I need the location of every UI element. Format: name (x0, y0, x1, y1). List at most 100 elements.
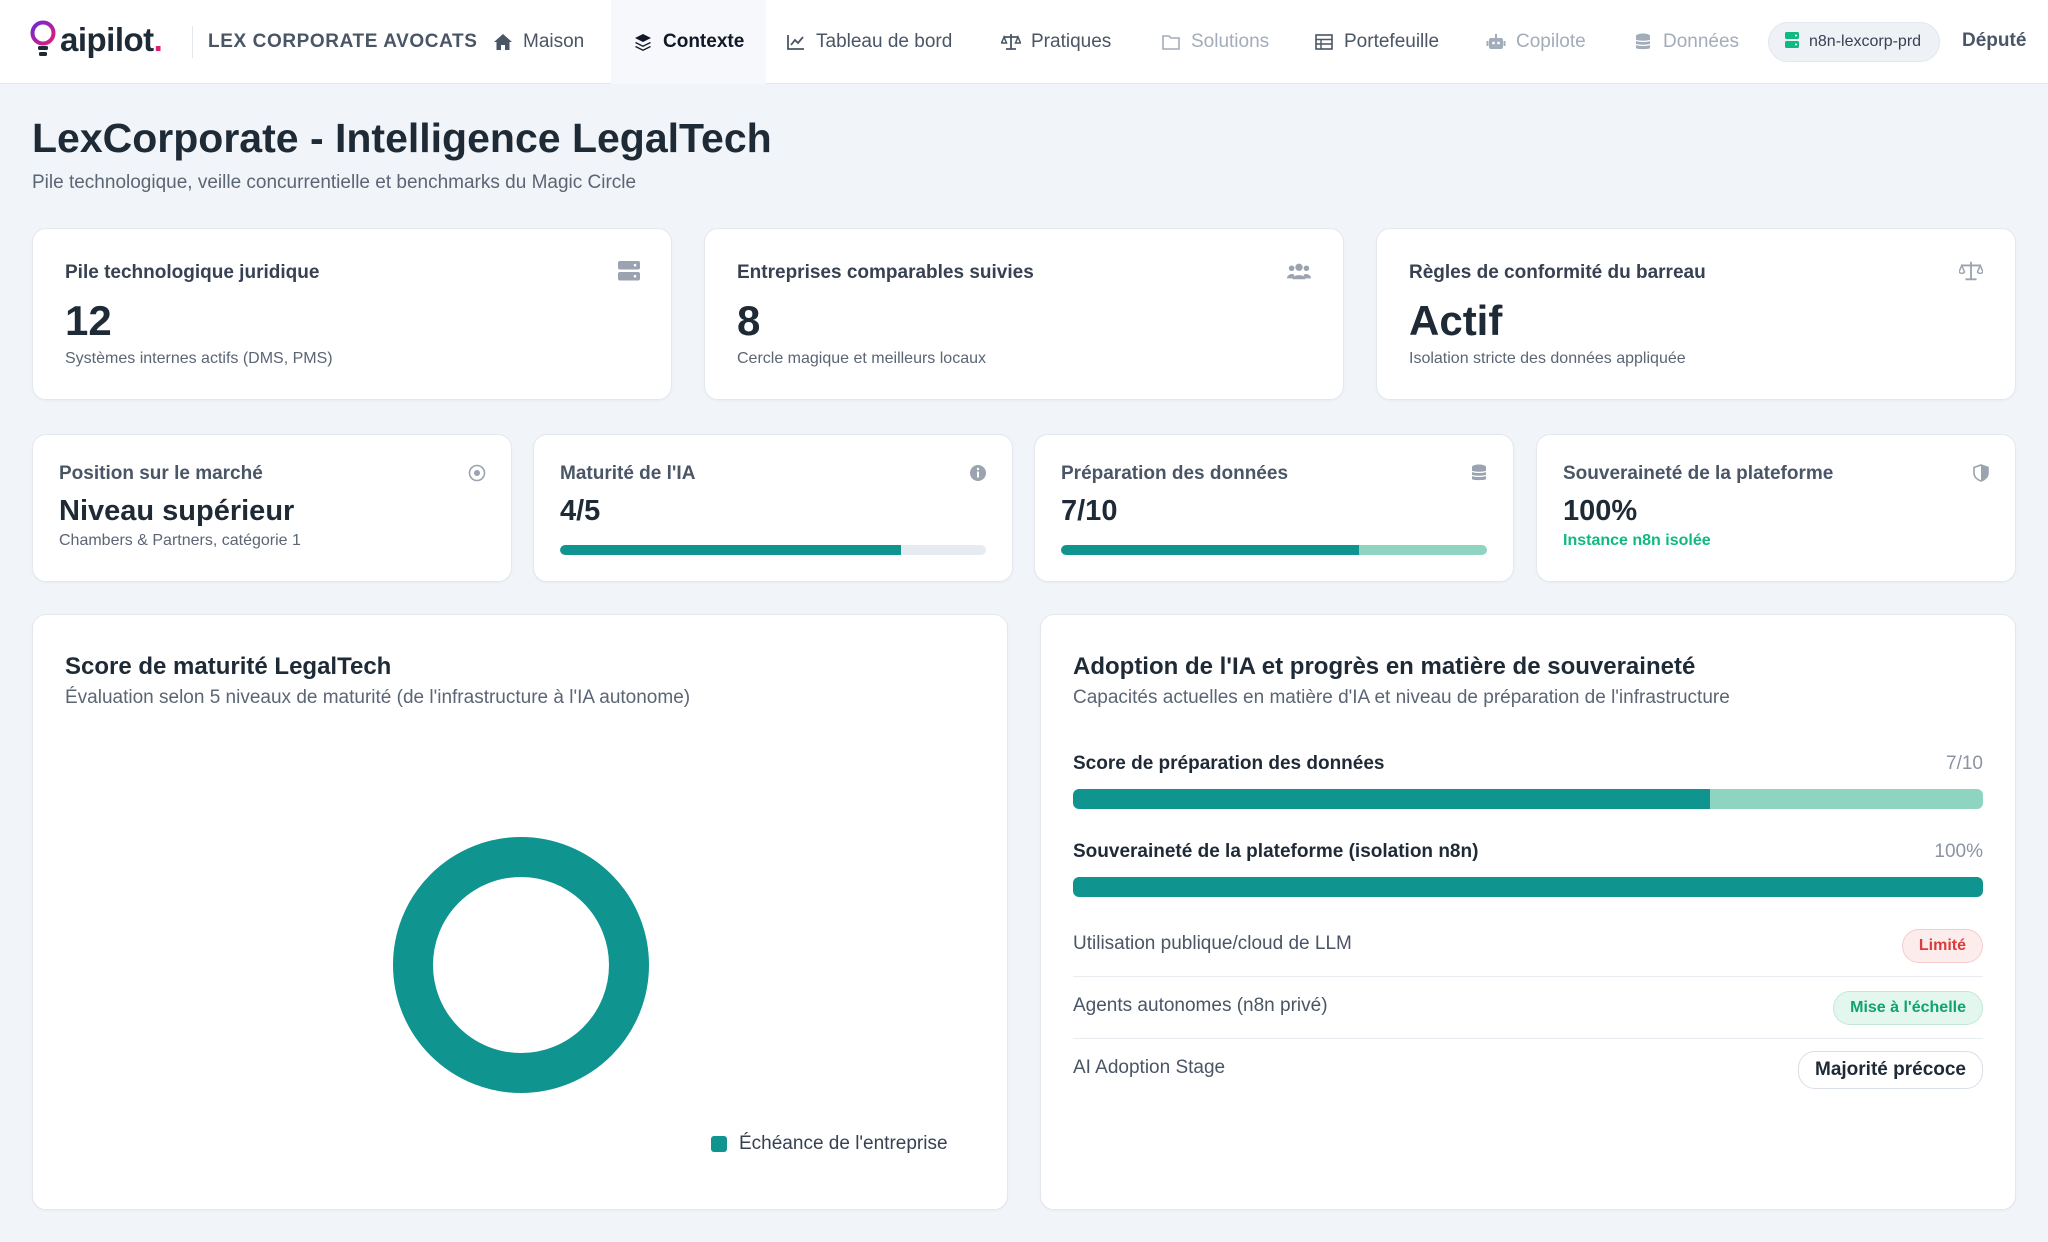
database-icon (1467, 461, 1491, 485)
panel-subtitle: Capacités actuelles en matière d'IA et n… (1073, 687, 1730, 708)
panel-title: Score de maturité LegalTech (65, 653, 392, 680)
instance-selector[interactable]: n8n-lexcorp-prd (1768, 22, 1941, 62)
nav-item-tableau-de-bord[interactable]: Tableau de bord (786, 0, 952, 84)
nav-item-contexte[interactable]: Contexte (611, 0, 767, 84)
metric-label: Préparation des données (1061, 463, 1289, 484)
maturity-donut-chart (393, 837, 649, 1093)
status-label: AI Adoption Stage (1073, 1057, 1226, 1078)
kpi-value: Actif (1409, 297, 1503, 344)
status-label: Utilisation publique/cloud de LLM (1073, 933, 1352, 954)
kpi-value: 8 (737, 297, 761, 344)
metric-label: Souveraineté de la plateforme (1563, 463, 1834, 484)
status-row-llm-usage: Utilisation publique/cloud de LLM Limité (1073, 915, 1983, 977)
page-subtitle: Pile technologique, veille concurrentiel… (32, 172, 637, 193)
folder-icon (1161, 32, 1181, 52)
server-icon (617, 259, 641, 283)
metric-card-platform-sovereignty: Souveraineté de la plateforme 100% Insta… (1536, 434, 2016, 582)
platform-sovereignty-bar (1073, 877, 1983, 897)
maturity-score-panel: Score de maturité LegalTech Évaluation s… (32, 614, 1008, 1210)
data-readiness-progress-bar (1061, 545, 1487, 555)
kpi-label: Règles de conformité du barreau (1409, 262, 1706, 283)
kpi-subtitle: Cercle magique et meilleurs locaux (737, 350, 986, 367)
nav-item-label: Tableau de bord (816, 31, 953, 52)
logo-dot: . (153, 21, 163, 58)
nav-item-label: Contexte (663, 31, 745, 52)
nav-item-label: Données (1663, 31, 1740, 52)
lightbulb-logo-icon (30, 20, 56, 56)
legend-label: Échéance de l'entreprise (739, 1133, 948, 1154)
data-readiness-bar (1073, 789, 1983, 809)
kpi-card-legal-stack: Pile technologique juridique 12 Systèmes… (32, 228, 672, 400)
kpi-card-bar-compliance: Règles de conformité du barreau Actif Is… (1376, 228, 2016, 400)
metric-value: 100% (1563, 495, 1638, 527)
progress-fill (1061, 545, 1360, 555)
bar-value-platform-sovereignty: 100% (1934, 841, 1983, 862)
nav-item-pratiques[interactable]: Pratiques (1001, 0, 1111, 84)
user-menu[interactable]: Député (1962, 30, 2026, 52)
kpi-label: Pile technologique juridique (65, 262, 320, 283)
bar-label-data-readiness: Score de préparation des données (1073, 753, 1385, 774)
top-navigation: aipilot. LEX CORPORATE AVOCATS Maison Co… (0, 0, 2048, 84)
nav-item-label: Solutions (1191, 31, 1270, 52)
metric-card-market-position: Position sur le marché Niveau supérieur … (32, 434, 512, 582)
progress-fill (560, 545, 901, 555)
panel-subtitle: Évaluation selon 5 niveaux de maturité (… (65, 687, 691, 708)
nav-divider (192, 26, 193, 58)
info-icon (966, 461, 990, 485)
nav-item-maison[interactable]: Maison (493, 0, 584, 84)
server-status-icon (1785, 31, 1799, 53)
ai-adoption-panel: Adoption de l'IA et progrès en matière d… (1040, 614, 2016, 1210)
progress-fill (1073, 877, 1983, 897)
bar-value-data-readiness: 7/10 (1946, 753, 1983, 774)
status-badge: Limité (1901, 929, 1983, 963)
layers-icon (633, 32, 653, 52)
kpi-label: Entreprises comparables suivies (737, 262, 1034, 283)
bar-label-platform-sovereignty: Souveraineté de la plateforme (isolation… (1073, 841, 1479, 862)
target-icon (465, 461, 489, 485)
kpi-card-peer-firms: Entreprises comparables suivies 8 Cercle… (704, 228, 1344, 400)
nav-item-label: Portefeuille (1344, 31, 1440, 52)
donut-slice-0[interactable] (393, 837, 649, 1093)
nav-item-label: Copilote (1516, 31, 1586, 52)
metric-value: 4/5 (560, 495, 601, 527)
page-title: LexCorporate - Intelligence LegalTech (32, 115, 772, 161)
database-icon (1633, 32, 1653, 52)
nav-item-donnees[interactable]: Données (1633, 0, 1739, 84)
status-badge: Mise à l'échelle (1833, 991, 1983, 1025)
nav-item-label: Pratiques (1031, 31, 1112, 52)
metric-value: Niveau supérieur (59, 495, 295, 527)
ai-maturity-progress-bar (560, 545, 986, 555)
kpi-subtitle: Isolation stricte des données appliquée (1409, 350, 1686, 367)
progress-fill (1073, 789, 1710, 809)
panel-title: Adoption de l'IA et progrès en matière d… (1073, 653, 1696, 680)
scale-icon (1959, 259, 1983, 283)
status-label: Agents autonomes (n8n privé) (1073, 995, 1328, 1016)
kpi-subtitle: Systèmes internes actifs (DMS, PMS) (65, 350, 333, 367)
metric-card-ai-maturity: Maturité de l'IA 4/5 (533, 434, 1013, 582)
status-row-autonomous-agents: Agents autonomes (n8n privé) Mise à l'éc… (1073, 977, 1983, 1039)
chart-legend[interactable]: Échéance de l'entreprise (711, 1133, 948, 1155)
logo-text: aipilot (60, 21, 154, 58)
scale-icon (1001, 32, 1021, 52)
metric-label: Position sur le marché (59, 463, 263, 484)
status-row-adoption-stage: AI Adoption Stage Majorité précoce (1073, 1039, 1983, 1101)
table-icon (1314, 32, 1334, 52)
nav-item-copilote[interactable]: Copilote (1486, 0, 1586, 84)
metric-subtitle: Instance n8n isolée (1563, 532, 1711, 549)
nav-item-label: Maison (523, 31, 585, 52)
legend-swatch (711, 1136, 727, 1152)
robot-icon (1486, 32, 1506, 52)
kpi-value: 12 (65, 297, 112, 344)
logo[interactable]: aipilot. (30, 20, 163, 60)
users-icon (1287, 259, 1311, 283)
chart-line-icon (786, 32, 806, 52)
metric-value: 7/10 (1061, 495, 1118, 527)
company-name: LEX CORPORATE AVOCATS (208, 31, 478, 52)
home-icon (493, 32, 513, 52)
status-badge: Majorité précoce (1798, 1051, 1983, 1089)
metric-subtitle: Chambers & Partners, catégorie 1 (59, 532, 301, 549)
nav-item-portefeuille[interactable]: Portefeuille (1314, 0, 1439, 84)
nav-item-solutions[interactable]: Solutions (1161, 0, 1269, 84)
instance-name: n8n-lexcorp-prd (1809, 33, 1922, 50)
shield-icon (1969, 461, 1993, 485)
